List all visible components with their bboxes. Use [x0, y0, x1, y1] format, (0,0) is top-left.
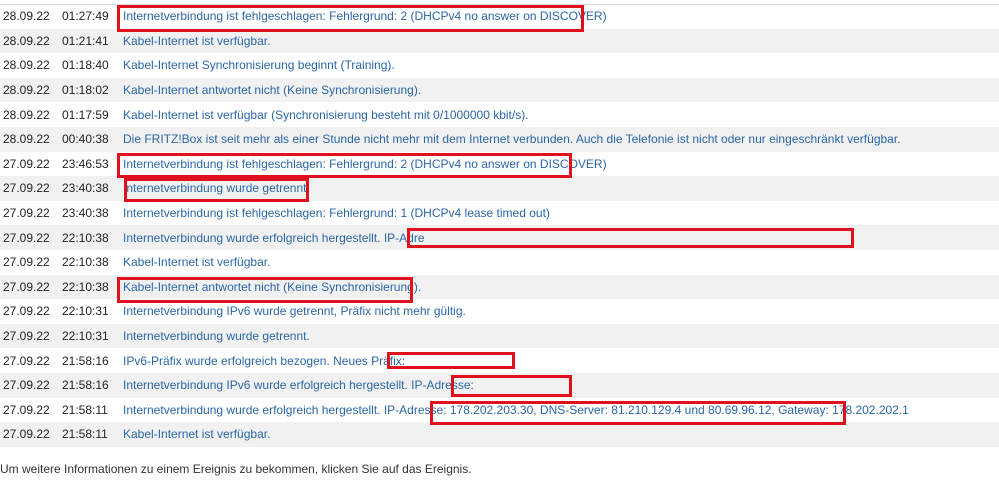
- event-date: 27.09.22: [3, 156, 50, 171]
- table-row[interactable]: 27.09.22 22:10:38 Internetverbindung wur…: [0, 225, 999, 250]
- event-date: 27.09.22: [3, 230, 50, 245]
- event-message[interactable]: Die FRITZ!Box ist seit mehr als einer St…: [123, 132, 901, 146]
- event-date: 27.09.22: [3, 255, 50, 270]
- event-message[interactable]: Internetverbindung ist fehlgeschlagen: F…: [123, 206, 550, 220]
- event-message[interactable]: IPv6-Präfix wurde erfolgreich bezogen. N…: [123, 354, 405, 368]
- event-message[interactable]: Kabel-Internet ist verfügbar.: [123, 34, 270, 48]
- event-date: 28.09.22: [3, 58, 50, 73]
- table-row[interactable]: 28.09.22 01:27:49 Internetverbindung ist…: [0, 4, 999, 29]
- table-row[interactable]: 27.09.22 21:58:16 Internetverbindung IPv…: [0, 372, 999, 398]
- event-time: 21:58:11: [62, 427, 108, 442]
- table-row[interactable]: 27.09.22 21:58:11 Kabel-Internet ist ver…: [0, 422, 999, 447]
- event-date: 27.09.22: [3, 378, 50, 393]
- event-date: 27.09.22: [3, 427, 50, 442]
- event-message[interactable]: Kabel-Internet antwortet nicht (Keine Sy…: [123, 280, 421, 294]
- event-date: 28.09.22: [3, 83, 50, 98]
- event-message[interactable]: Kabel-Internet ist verfügbar.: [123, 427, 270, 441]
- event-time: 23:40:38: [62, 181, 109, 196]
- event-date: 28.09.22: [3, 9, 50, 24]
- event-date: 27.09.22: [3, 329, 50, 344]
- event-message[interactable]: Kabel-Internet ist verfügbar (Synchronis…: [123, 108, 529, 122]
- table-row[interactable]: 27.09.22 22:10:38 Kabel-Internet ist ver…: [0, 250, 999, 275]
- table-row[interactable]: 27.09.22 23:46:53 Internetverbindung ist…: [0, 152, 999, 177]
- event-message[interactable]: Internetverbindung wurde erfolgreich her…: [123, 231, 425, 245]
- event-message[interactable]: Kabel-Internet ist verfügbar.: [123, 255, 270, 269]
- event-time: 01:17:59: [62, 107, 109, 122]
- table-row[interactable]: 28.09.22 01:21:41 Kabel-Internet ist ver…: [0, 28, 999, 54]
- event-time: 22:10:31: [62, 329, 109, 344]
- table-row[interactable]: 27.09.22 23:40:38 Internetverbindung ist…: [0, 201, 999, 226]
- table-row[interactable]: 27.09.22 22:10:31 Internetverbindung IPv…: [0, 299, 999, 324]
- event-time: 22:10:38: [62, 230, 109, 245]
- event-message[interactable]: Internetverbindung wurde erfolgreich her…: [123, 403, 909, 417]
- event-time: 22:10:31: [62, 304, 109, 319]
- table-row[interactable]: 27.09.22 21:58:11 Internetverbindung wur…: [0, 398, 999, 423]
- event-message[interactable]: Kabel-Internet antwortet nicht (Keine Sy…: [123, 83, 421, 97]
- event-time: 21:58:11: [62, 402, 108, 417]
- event-date: 27.09.22: [3, 279, 50, 294]
- table-row[interactable]: 28.09.22 01:18:02 Kabel-Internet antwort…: [0, 77, 999, 103]
- event-date: 27.09.22: [3, 402, 50, 417]
- event-date: 27.09.22: [3, 181, 50, 196]
- table-row[interactable]: 28.09.22 01:17:59 Kabel-Internet ist ver…: [0, 102, 999, 127]
- event-time: 23:40:38: [62, 206, 109, 221]
- table-row[interactable]: 27.09.22 22:10:38 Kabel-Internet antwort…: [0, 274, 999, 300]
- table-row[interactable]: 27.09.22 21:58:16 IPv6-Präfix wurde erfo…: [0, 348, 999, 373]
- table-row[interactable]: 27.09.22 23:40:38 Internetverbindung wur…: [0, 176, 999, 201]
- event-message[interactable]: Internetverbindung IPv6 wurde getrennt, …: [123, 304, 466, 318]
- event-time: 00:40:38: [62, 132, 109, 147]
- event-message[interactable]: Internetverbindung ist fehlgeschlagen: F…: [123, 9, 607, 23]
- event-time: 22:10:38: [62, 279, 109, 294]
- event-time: 01:18:02: [62, 83, 109, 98]
- event-date: 27.09.22: [3, 353, 50, 368]
- table-row[interactable]: 27.09.22 22:10:31 Internetverbindung wur…: [0, 323, 999, 349]
- event-message[interactable]: Kabel-Internet Synchronisierung beginnt …: [123, 58, 395, 72]
- event-date: 27.09.22: [3, 206, 50, 221]
- table-row[interactable]: 28.09.22 01:18:40 Kabel-Internet Synchro…: [0, 53, 999, 78]
- event-log-table: 28.09.22 01:27:49 Internetverbindung ist…: [0, 4, 999, 447]
- event-time: 01:21:41: [62, 33, 109, 48]
- table-row[interactable]: 28.09.22 00:40:38 Die FRITZ!Box ist seit…: [0, 126, 999, 152]
- event-time: 01:27:49: [62, 9, 109, 24]
- event-time: 01:18:40: [62, 58, 109, 73]
- event-date: 28.09.22: [3, 107, 50, 122]
- event-message[interactable]: Internetverbindung IPv6 wurde erfolgreic…: [123, 378, 474, 392]
- event-time: 21:58:16: [62, 353, 109, 368]
- event-date: 28.09.22: [3, 132, 50, 147]
- event-message[interactable]: Internetverbindung wurde getrennt.: [123, 329, 310, 343]
- event-date: 28.09.22: [3, 33, 50, 48]
- event-message[interactable]: Internetverbindung ist fehlgeschlagen: F…: [123, 157, 607, 171]
- event-time: 22:10:38: [62, 255, 109, 270]
- event-time: 21:58:16: [62, 378, 109, 393]
- info-hint: Um weitere Informationen zu einem Ereign…: [0, 462, 472, 476]
- event-date: 27.09.22: [3, 304, 50, 319]
- event-time: 23:46:53: [62, 156, 109, 171]
- event-message[interactable]: Internetverbindung wurde getrennt.: [123, 181, 310, 195]
